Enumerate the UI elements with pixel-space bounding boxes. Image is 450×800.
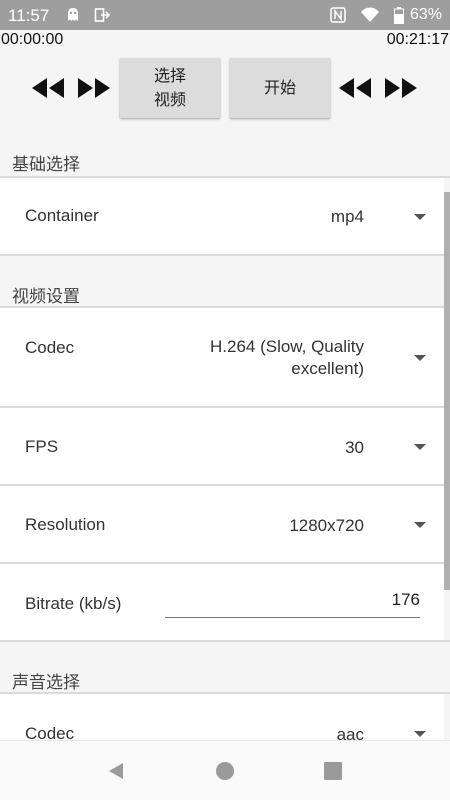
video-codec-label: Codec	[25, 338, 75, 357]
player-controls: 选择 视频 开始	[0, 50, 450, 128]
fps-setting-row[interactable]: FPS 30	[0, 408, 444, 484]
dropdown-arrow-icon[interactable]	[414, 731, 426, 737]
divider	[0, 254, 450, 256]
resolution-value: 1280x720	[289, 516, 364, 535]
section-audio-title: 声音选择	[12, 673, 80, 693]
fps-value: 30	[345, 438, 364, 457]
ghost-icon	[66, 7, 80, 26]
fps-label: FPS	[25, 437, 59, 456]
container-label: Container	[25, 206, 99, 225]
nfc-icon	[330, 7, 346, 26]
sign-out-icon	[94, 7, 111, 26]
video-codec-setting-row[interactable]: Codec H.264 (Slow, Quality excellent)	[0, 308, 444, 406]
resolution-setting-row[interactable]: Resolution 1280x720	[0, 486, 444, 562]
navigation-bar	[0, 740, 450, 800]
video-codec-value: H.264 (Slow, Quality excellent)	[209, 337, 364, 378]
battery-percent: 63%	[409, 6, 442, 23]
bitrate-value: 176	[391, 590, 420, 609]
dropdown-arrow-icon[interactable]	[414, 444, 426, 450]
container-value: mp4	[330, 207, 364, 226]
playback-time-bar: 00:00:00 00:21:17	[0, 30, 450, 50]
wifi-icon	[360, 7, 380, 26]
scrollbar[interactable]	[444, 192, 450, 590]
recents-icon[interactable]	[321, 759, 345, 783]
current-time: 00:00:00	[1, 31, 64, 48]
status-time: 11:57	[8, 6, 50, 25]
bitrate-setting-row: Bitrate (kb/s) 176	[0, 564, 444, 640]
dropdown-arrow-icon[interactable]	[414, 355, 426, 361]
fast-forward-icon[interactable]	[76, 70, 112, 106]
resolution-label: Resolution	[25, 515, 106, 534]
fast-forward-icon-2[interactable]	[383, 70, 419, 106]
select-video-button[interactable]: 选择 视频	[120, 58, 220, 118]
dropdown-arrow-icon[interactable]	[414, 522, 426, 528]
divider	[0, 640, 450, 642]
bitrate-label: Bitrate (kb/s)	[25, 594, 122, 613]
start-button[interactable]: 开始	[230, 58, 330, 118]
section-video-title: 视频设置	[12, 287, 80, 307]
home-icon[interactable]	[213, 759, 237, 783]
battery-icon	[394, 7, 404, 27]
container-setting-row[interactable]: Container mp4	[0, 178, 444, 254]
total-time: 00:21:17	[386, 31, 449, 48]
dropdown-arrow-icon[interactable]	[414, 214, 426, 220]
rewind-icon-2[interactable]	[337, 70, 373, 106]
bitrate-input[interactable]: 176	[165, 586, 420, 618]
status-bar: 11:57 63%	[0, 0, 450, 30]
rewind-icon[interactable]	[30, 70, 66, 106]
section-basic-title: 基础选择	[12, 155, 80, 175]
audio-codec-setting-row[interactable]: Codec aac	[0, 694, 444, 744]
back-icon[interactable]	[104, 759, 128, 783]
